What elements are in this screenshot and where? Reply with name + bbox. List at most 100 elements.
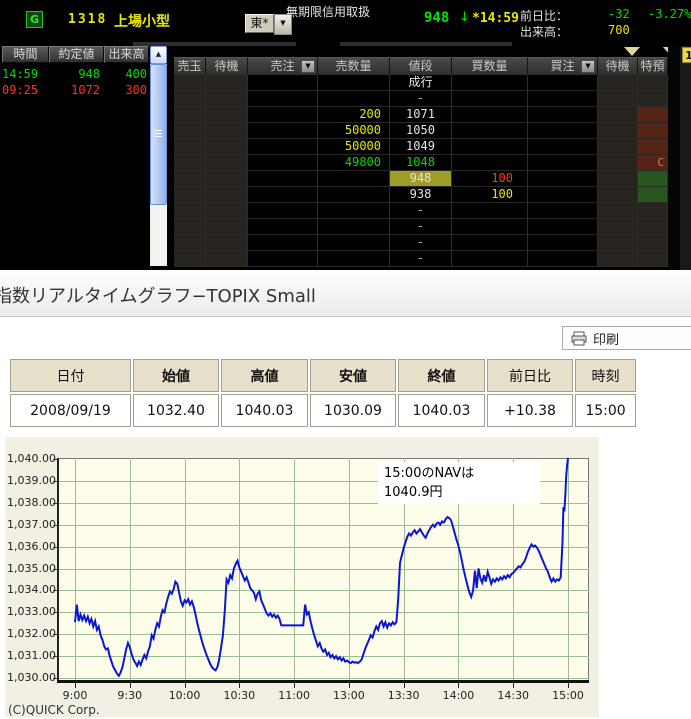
x-tick: [239, 683, 240, 688]
hold-cell: [174, 75, 206, 91]
hold-cell: [174, 187, 206, 203]
board-column-header[interactable]: 特預: [638, 57, 668, 75]
wait-cell: [598, 187, 638, 203]
price-cell[interactable]: -: [390, 235, 452, 251]
price-cell[interactable]: 1048: [390, 155, 452, 171]
price-cell[interactable]: 1049: [390, 139, 452, 155]
tick-price: 948: [42, 66, 100, 82]
price-cell[interactable]: 938: [390, 187, 452, 203]
price-cell[interactable]: 948: [390, 171, 452, 187]
scroll-up-button[interactable]: ▲: [150, 46, 167, 64]
board-row: 500001050: [174, 123, 668, 139]
wait-cell: [598, 75, 638, 91]
page-button[interactable]: 1: [682, 47, 691, 63]
quote-summary-table: 日付始値高値安値終値前日比時刻 2008/09/191032.401040.03…: [8, 357, 638, 429]
buy-qty-cell: 100: [452, 171, 528, 187]
h-gridline: [59, 612, 589, 613]
board-column-header[interactable]: 待機: [598, 57, 638, 75]
annotation-line2: 1040.9円: [384, 483, 534, 502]
x-tick-label: 9:30: [108, 689, 152, 702]
filter-dropdown-icon[interactable]: ▼: [301, 60, 315, 73]
board-column-header[interactable]: 買注▼: [528, 57, 598, 75]
special-flag-cell: [638, 91, 668, 107]
price-cell[interactable]: 1050: [390, 123, 452, 139]
y-tick-label: 1,039.00: [7, 474, 53, 487]
board-column-header[interactable]: 売注▼: [248, 57, 318, 75]
prev-diff-percent: -3.27%: [648, 7, 691, 21]
sell-qty-cell: [318, 75, 390, 91]
sell-qty-cell: [318, 203, 390, 219]
hold-cell: [174, 219, 206, 235]
x-tick: [294, 683, 295, 688]
h-gridline: [59, 525, 589, 526]
stock-code: 1318: [68, 12, 107, 27]
last-price: 948: [424, 10, 449, 26]
buy-qty-cell: [452, 251, 528, 267]
print-button[interactable]: 印刷: [562, 326, 691, 350]
sell-order-cell: [248, 219, 318, 235]
side-panel-edge: [680, 46, 691, 270]
sort-triangle-icon[interactable]: [624, 47, 640, 56]
special-flag-cell: [638, 251, 668, 267]
board-row: 500001049: [174, 139, 668, 155]
h-gridline: [59, 569, 589, 570]
wait-cell: [206, 251, 248, 267]
board-column-header[interactable]: 待機: [206, 57, 248, 75]
price-cell[interactable]: -: [390, 251, 452, 267]
tick-col-header[interactable]: 出来高: [104, 46, 149, 63]
sell-order-cell: [248, 123, 318, 139]
price-cell[interactable]: -: [390, 203, 452, 219]
board-column-header[interactable]: 売数量: [318, 57, 390, 75]
y-tick-label: 1,036.00: [7, 540, 53, 553]
tick-volume: 400: [100, 66, 147, 82]
printer-icon: [571, 331, 587, 346]
sell-qty-cell: [318, 187, 390, 203]
price-cell[interactable]: 成行: [390, 75, 452, 91]
h-gridline: [59, 656, 589, 657]
special-flag-cell: [638, 235, 668, 251]
wait-cell: [598, 251, 638, 267]
quote-value-5: +10.38: [487, 394, 573, 427]
exchange-select-value[interactable]: 東*: [245, 14, 274, 33]
divider: [668, 46, 680, 270]
wait-cell: [206, 171, 248, 187]
nav-annotation: 15:00のNAVは 1040.9円: [378, 462, 540, 504]
quote-header-2: 高値: [221, 359, 308, 392]
hold-cell: [174, 155, 206, 171]
sell-qty-cell: 50000: [318, 139, 390, 155]
tick-time: 09:25: [2, 82, 42, 98]
x-tick-label: 15:00: [546, 689, 590, 702]
price-cell[interactable]: 1071: [390, 107, 452, 123]
quote-value-0: 2008/09/19: [10, 394, 131, 427]
intraday-chart: (C)QUICK Corp. 1,040.001,039.001,038.001…: [5, 437, 599, 717]
tick-col-header[interactable]: 約定値: [49, 46, 104, 63]
wait-cell: [598, 123, 638, 139]
sell-order-cell: [248, 139, 318, 155]
special-flag-cell: [638, 187, 668, 203]
quote-value-4: 1040.03: [398, 394, 485, 427]
v-gridline: [75, 458, 76, 680]
tick-col-header[interactable]: 時間: [2, 46, 49, 63]
scrollbar-thumb[interactable]: [150, 64, 167, 205]
board-row: -: [174, 235, 668, 251]
quote-value-3: 1030.09: [310, 394, 396, 427]
buy-qty-cell: [452, 203, 528, 219]
prev-diff-value: -32: [608, 7, 630, 21]
price-cell[interactable]: -: [390, 219, 452, 235]
board-column-header[interactable]: 買数量: [452, 57, 528, 75]
quote-value-6: 15:00: [575, 394, 636, 427]
board-column-header[interactable]: 売玉: [174, 57, 206, 75]
sell-order-cell: [248, 203, 318, 219]
buy-qty-cell: 100: [452, 187, 528, 203]
filter-dropdown-icon[interactable]: ▼: [581, 60, 595, 73]
wait-cell: [598, 235, 638, 251]
credit-type-label: 無期限信用取扱: [286, 3, 370, 20]
buy-order-cell: [528, 235, 598, 251]
y-tick-label: 1,040.00: [7, 452, 53, 465]
tick-time: 14:59: [2, 66, 42, 82]
price-cell[interactable]: -: [390, 91, 452, 107]
buy-order-cell: [528, 123, 598, 139]
board-column-header[interactable]: 値段: [390, 57, 452, 75]
board-row: 成行: [174, 75, 668, 91]
board-type-badge: G: [26, 11, 43, 28]
